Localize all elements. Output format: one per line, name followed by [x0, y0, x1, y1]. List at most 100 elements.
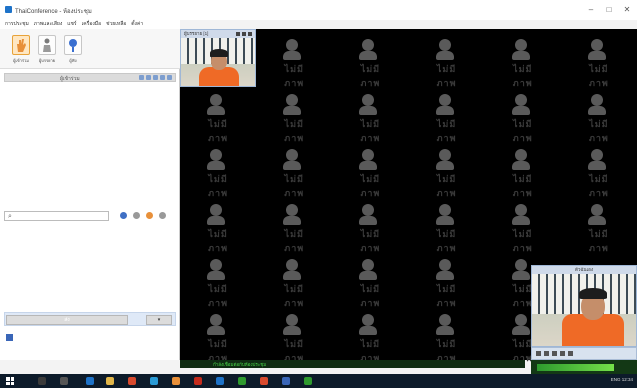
placeholder-label: ไม่มีภาพ	[512, 173, 533, 198]
placeholder-person-body	[207, 326, 226, 336]
start-button[interactable]	[6, 377, 14, 385]
placeholder-person-icon	[210, 314, 223, 327]
hand-raise-icon[interactable]	[153, 75, 158, 80]
placeholder-label: ไม่มีภาพ	[588, 118, 609, 143]
store-icon[interactable]	[150, 377, 158, 385]
camera-icon[interactable]	[146, 75, 151, 80]
line-icon[interactable]	[304, 377, 312, 385]
record-icon[interactable]	[568, 351, 573, 356]
task-view-icon[interactable]	[60, 377, 68, 385]
edge-icon[interactable]	[86, 377, 94, 385]
empty-video-slot: ไม่มีภาพ	[198, 148, 238, 198]
powerpoint-icon[interactable]	[260, 377, 268, 385]
placeholder-label: ไม่มีภาพ	[436, 229, 457, 254]
menu-av[interactable]: ภาพและเสียง	[34, 20, 63, 29]
placeholder-person-icon	[362, 148, 375, 161]
empty-video-slot: ไม่มีภาพ	[503, 148, 543, 198]
panel-menu-icon[interactable]	[6, 334, 13, 341]
send-options-button[interactable]: ▾	[146, 315, 172, 325]
placeholder-label: ไม่มีภาพ	[512, 63, 533, 88]
chat-icon[interactable]	[160, 75, 165, 80]
placeholder-person-body	[207, 216, 226, 226]
more-icon[interactable]	[159, 212, 166, 219]
participants-list	[4, 83, 176, 205]
emoji-icon[interactable]	[146, 212, 153, 219]
self-video-tile[interactable]: ตัวฉันเอง	[531, 265, 637, 347]
word-icon[interactable]	[282, 377, 290, 385]
camera-toggle-icon[interactable]	[544, 351, 549, 356]
person-hair	[579, 288, 607, 299]
close-button[interactable]: ✕	[621, 5, 633, 15]
speaker-icon[interactable]	[552, 351, 557, 356]
listener-tool-button[interactable]: ผู้ฟัง	[62, 35, 84, 65]
chat-search-input[interactable]: ⌕	[4, 211, 109, 221]
placeholder-person-icon	[590, 148, 603, 161]
menu-help[interactable]: ช่วยเหลือ	[106, 20, 126, 29]
placeholder-person-icon	[590, 93, 603, 106]
conference-app-icon[interactable]	[216, 377, 224, 385]
placeholder-label: ไม่มีภาพ	[436, 63, 457, 88]
explorer-icon[interactable]	[106, 377, 114, 385]
presenter-tile-title: ผู้บรรยาย [1]	[184, 31, 209, 36]
self-video-feed	[532, 274, 636, 346]
mic-toggle-icon[interactable]	[536, 351, 541, 356]
pin-icon[interactable]	[236, 32, 240, 36]
settings-icon[interactable]	[560, 351, 565, 356]
presenter-video-feed	[181, 38, 255, 86]
placeholder-label: ไม่มีภาพ	[284, 284, 305, 309]
menu-bar: การประชุม ภาพและเสียง แชร์ เครื่องมือ ช่…	[0, 20, 180, 29]
menu-settings[interactable]: ตั้งค่า	[131, 20, 143, 29]
user-icon[interactable]	[120, 212, 127, 219]
placeholder-person-icon	[210, 204, 223, 217]
placeholder-person-icon	[438, 38, 451, 51]
placeholder-person-body	[587, 105, 606, 115]
placeholder-person-body	[587, 160, 606, 170]
placeholder-person-body	[511, 105, 530, 115]
office-icon[interactable]	[194, 377, 202, 385]
maximize-button[interactable]: □	[603, 5, 615, 15]
excel-icon[interactable]	[238, 377, 246, 385]
empty-video-slot: ไม่มีภาพ	[274, 38, 314, 88]
placeholder-label: ไม่มีภาพ	[208, 118, 229, 143]
placeholder-person-icon	[210, 93, 223, 106]
tile-close-icon[interactable]	[248, 32, 252, 36]
menu-meeting[interactable]: การประชุม	[5, 20, 29, 29]
empty-video-slot: ไม่มีภาพ	[579, 204, 619, 253]
minimize-button[interactable]: –	[585, 5, 597, 15]
placeholder-label: ไม่มีภาพ	[284, 229, 305, 254]
person-hair	[210, 49, 228, 57]
chrome-icon[interactable]	[128, 377, 136, 385]
placeholder-person-icon	[286, 38, 299, 51]
placeholder-label: ไม่มีภาพ	[360, 229, 381, 254]
presenter-tool-button[interactable]: ผู้บรรยาย	[36, 35, 58, 65]
expand-icon[interactable]	[242, 32, 246, 36]
empty-video-slot: ไม่มีภาพ	[427, 38, 467, 88]
title-bar: ThaiConference - ห้องประชุม – □ ✕	[0, 0, 637, 20]
send-button[interactable]: ส่ง	[6, 315, 128, 325]
placeholder-person-icon	[514, 204, 527, 217]
mail-icon[interactable]	[172, 377, 180, 385]
placeholder-label: ไม่มีภาพ	[284, 63, 305, 88]
mic-icon[interactable]	[139, 75, 144, 80]
placeholder-label: ไม่มีภาพ	[360, 173, 381, 198]
placeholder-person-body	[511, 50, 530, 60]
placeholder-person-body	[511, 160, 530, 170]
search-taskbar-icon[interactable]	[38, 377, 46, 385]
participants-tool-label: ผู้เข้าร่วม	[13, 58, 29, 63]
status-bar: กำลังเชื่อมต่อกับห้องประชุม	[180, 360, 525, 368]
placeholder-label: ไม่มีภาพ	[360, 118, 381, 143]
chat-input[interactable]	[4, 327, 176, 347]
dropdown-icon[interactable]	[133, 212, 140, 219]
list-icon[interactable]	[167, 75, 172, 80]
presenter-video-tile[interactable]: ผู้บรรยาย [1]	[180, 29, 256, 87]
placeholder-person-body	[359, 160, 378, 170]
self-view-controls	[531, 347, 637, 360]
menu-tools[interactable]: เครื่องมือ	[82, 20, 101, 29]
menu-share[interactable]: แชร์	[67, 20, 76, 29]
placeholder-person-body	[207, 271, 226, 281]
placeholder-person-icon	[438, 148, 451, 161]
empty-video-slot: ไม่มีภาพ	[350, 259, 390, 308]
chat-toolbar-icons	[120, 212, 166, 219]
participants-tool-button[interactable]: ผู้เข้าร่วม	[10, 35, 32, 65]
system-tray[interactable]: ENG 12:34	[611, 377, 633, 382]
